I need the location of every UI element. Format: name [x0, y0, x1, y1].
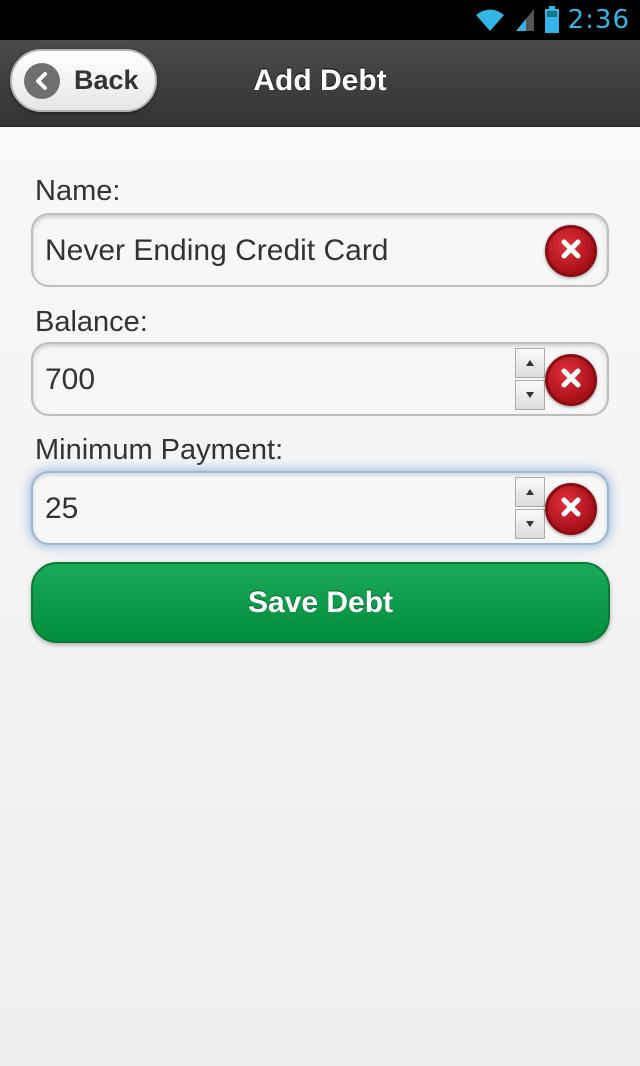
status-bar: 2:36 — [0, 0, 640, 40]
balance-field[interactable]: 700 — [31, 342, 609, 416]
cell-signal-icon — [514, 7, 536, 33]
back-button[interactable]: Back — [10, 49, 157, 112]
clear-balance-button[interactable] — [545, 354, 597, 406]
header-bar: Back Add Debt — [0, 40, 640, 127]
minimum-payment-field[interactable]: 25 — [31, 471, 609, 545]
close-icon — [559, 366, 583, 395]
arrow-down-icon — [525, 386, 535, 404]
close-icon — [559, 237, 583, 266]
battery-icon — [544, 6, 560, 34]
balance-label: Balance: — [35, 306, 148, 338]
save-debt-button[interactable]: Save Debt — [31, 562, 610, 643]
page-title: Add Debt — [253, 64, 387, 97]
minimum-payment-label: Minimum Payment: — [35, 434, 284, 466]
minimum-payment-increment-button[interactable] — [515, 477, 545, 507]
wifi-icon — [474, 7, 506, 33]
back-button-label: Back — [74, 65, 139, 95]
minimum-payment-value[interactable]: 25 — [45, 473, 78, 543]
arrow-up-icon — [525, 483, 535, 501]
name-field[interactable]: Never Ending Credit Card — [31, 213, 609, 287]
clear-name-button[interactable] — [545, 225, 597, 277]
close-icon — [559, 495, 583, 524]
balance-stepper[interactable] — [515, 348, 545, 410]
minimum-payment-stepper[interactable] — [515, 477, 545, 539]
arrow-up-icon — [525, 354, 535, 372]
minimum-payment-decrement-button[interactable] — [515, 509, 545, 539]
balance-value[interactable]: 700 — [45, 344, 95, 414]
balance-increment-button[interactable] — [515, 348, 545, 378]
balance-decrement-button[interactable] — [515, 380, 545, 410]
arrow-down-icon — [525, 515, 535, 533]
clear-minimum-payment-button[interactable] — [545, 483, 597, 535]
status-time: 2:36 — [567, 5, 630, 35]
chevron-left-icon — [24, 62, 60, 99]
name-value[interactable]: Never Ending Credit Card — [45, 215, 389, 285]
name-label: Name: — [35, 175, 121, 207]
